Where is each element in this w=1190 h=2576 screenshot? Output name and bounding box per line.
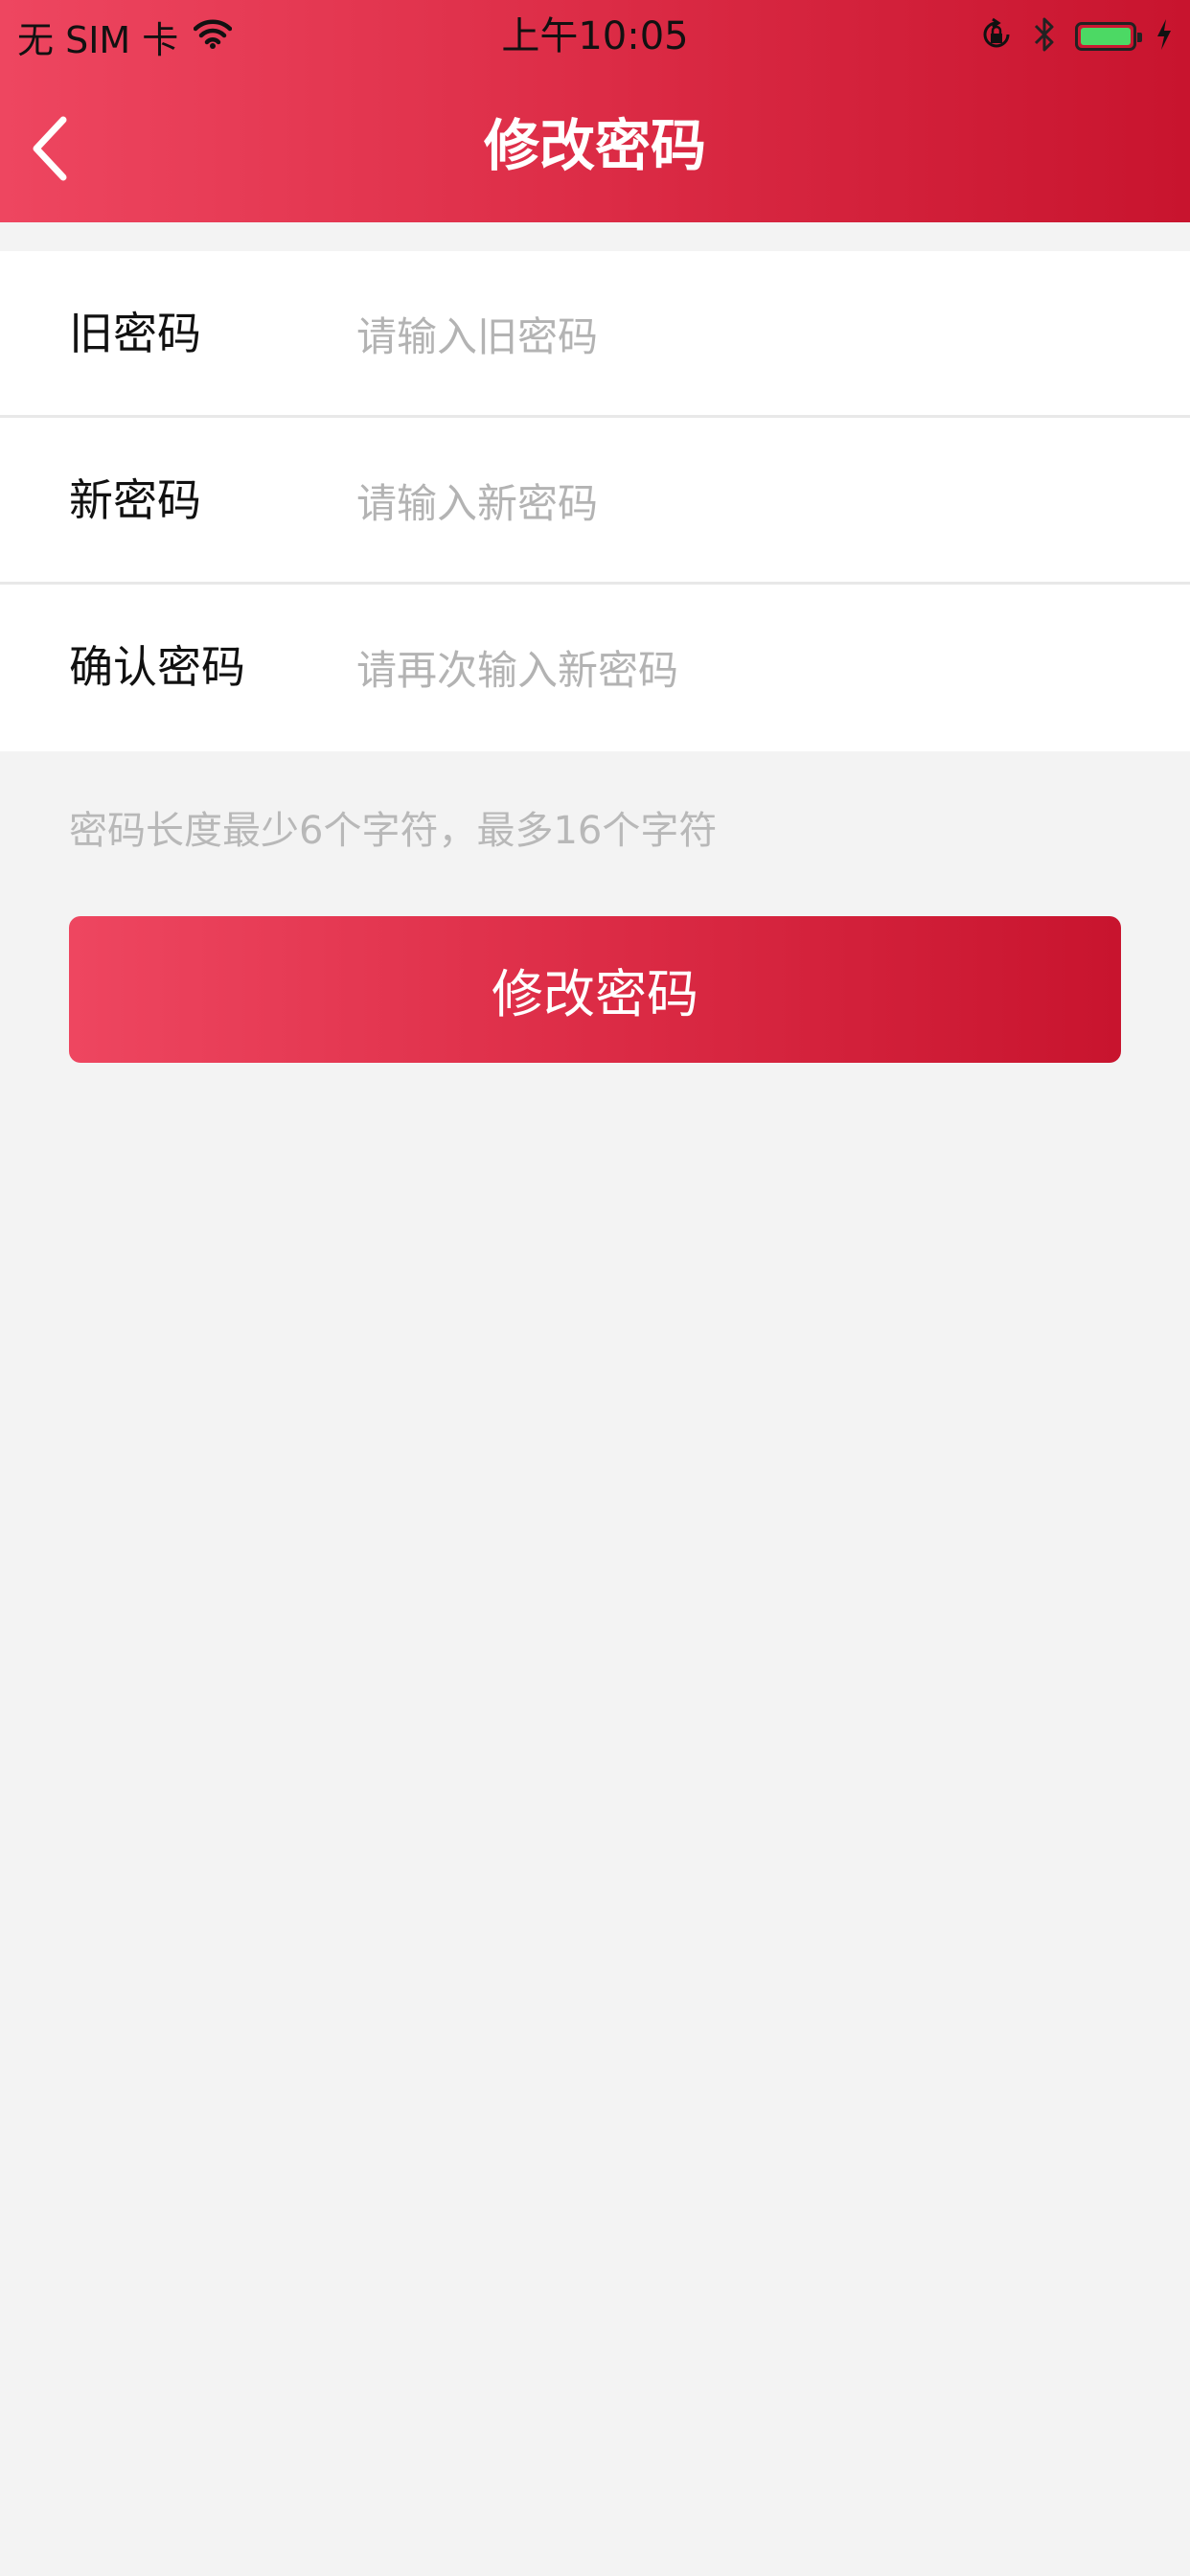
password-form: 旧密码 新密码 确认密码 [0,251,1190,751]
password-length-hint: 密码长度最少6个字符，最多16个字符 [69,809,718,853]
battery-indicator [1075,22,1142,51]
battery-level [1081,28,1131,45]
page-title: 修改密码 [483,113,706,178]
new-password-row: 新密码 [0,418,1190,585]
old-password-label: 旧密码 [69,308,201,359]
rotation-lock-icon [979,17,1014,56]
app-header: 无 SIM 卡 上午10:05 修改密码 [0,0,1190,222]
new-password-label: 新密码 [69,474,201,526]
old-password-row: 旧密码 [0,251,1190,418]
status-right [979,10,1173,63]
status-bar: 无 SIM 卡 上午10:05 [0,0,1190,73]
bluetooth-icon [1033,15,1056,58]
charging-bolt-icon [1156,18,1173,55]
confirm-password-label: 确认密码 [69,641,245,693]
old-password-input[interactable] [356,303,1123,370]
confirm-password-row: 确认密码 [0,585,1190,751]
new-password-input[interactable] [356,470,1123,537]
confirm-password-input[interactable] [356,636,1123,703]
navigation-bar: 修改密码 [0,73,1190,222]
change-password-button[interactable]: 修改密码 [69,916,1121,1063]
